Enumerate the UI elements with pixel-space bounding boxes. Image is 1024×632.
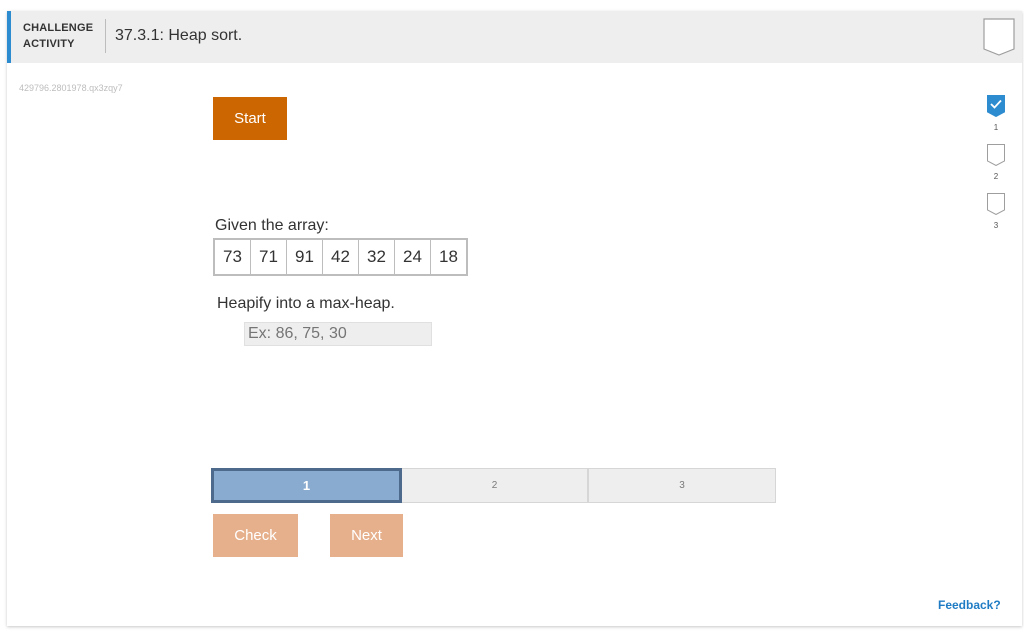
- progress-step-2[interactable]: 2: [402, 468, 588, 503]
- level-2-button[interactable]: 2: [982, 144, 1010, 193]
- array-cell: 18: [430, 238, 468, 276]
- activity-type-line2: ACTIVITY: [23, 38, 75, 50]
- activity-id: 429796.2801978.qx3zqy7: [19, 83, 123, 93]
- array-cell: 24: [394, 238, 431, 276]
- array-cell: 73: [213, 238, 251, 276]
- level-2-number: 2: [993, 172, 999, 181]
- array-cell: 32: [358, 238, 395, 276]
- question-prompt: Heapify into a max-heap.: [217, 295, 395, 312]
- level-1-button[interactable]: 1: [982, 95, 1010, 144]
- header-divider: [105, 19, 106, 53]
- array-cell: 71: [250, 238, 287, 276]
- level-completed-check-icon: [987, 95, 1005, 117]
- progress-step-1[interactable]: 1: [211, 468, 402, 503]
- answer-input[interactable]: [244, 322, 432, 346]
- level-navigation: 1 2 3: [982, 95, 1010, 242]
- level-badge-icon: [987, 144, 1005, 166]
- level-3-number: 3: [993, 221, 999, 230]
- level-3-button[interactable]: 3: [982, 193, 1010, 242]
- activity-title: 37.3.1: Heap sort.: [115, 27, 243, 44]
- activity-header: CHALLENGE ACTIVITY 37.3.1: Heap sort.: [7, 11, 1022, 63]
- level-badge-icon: [987, 193, 1005, 215]
- given-array-label: Given the array:: [215, 217, 329, 234]
- completion-badge-icon: [983, 18, 1015, 56]
- array-table: 73 71 91 42 32 24 18: [213, 238, 468, 276]
- next-button[interactable]: Next: [330, 514, 403, 557]
- array-cell: 91: [286, 238, 323, 276]
- start-button[interactable]: Start: [213, 97, 287, 140]
- array-cell: 42: [322, 238, 359, 276]
- feedback-link[interactable]: Feedback?: [938, 598, 1001, 612]
- activity-type-line1: CHALLENGE: [23, 22, 94, 34]
- progress-bar: 1 2 3: [211, 468, 776, 503]
- activity-type-label: CHALLENGE ACTIVITY: [23, 20, 93, 52]
- level-1-number: 1: [993, 123, 999, 132]
- array-row: 73 71 91 42 32 24 18: [213, 238, 468, 276]
- check-button[interactable]: Check: [213, 514, 298, 557]
- progress-step-3[interactable]: 3: [588, 468, 776, 503]
- activity-card: CHALLENGE ACTIVITY 37.3.1: Heap sort. 42…: [7, 11, 1022, 626]
